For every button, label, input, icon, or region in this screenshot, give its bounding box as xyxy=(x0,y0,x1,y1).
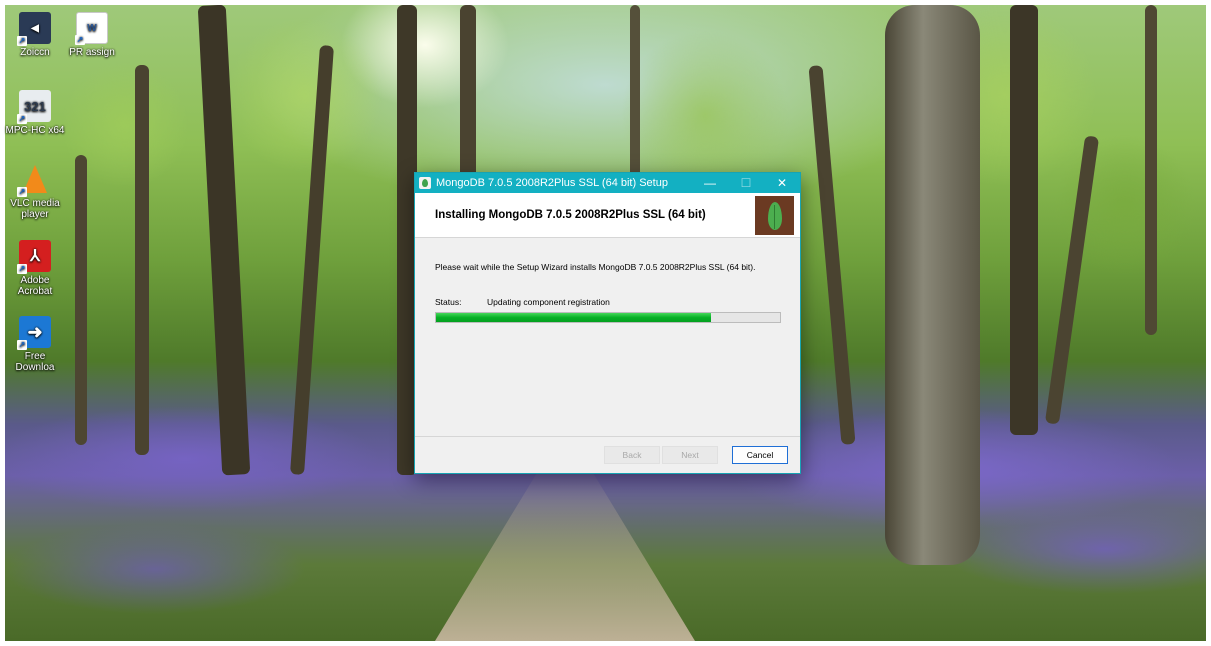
vlc-cone-icon: ↗ xyxy=(17,163,51,197)
desktop-icon-zoiccn[interactable]: ◀ ↗ Zoiccn xyxy=(4,12,66,58)
status-label: Status: xyxy=(435,297,462,307)
desktop-icon-label: VLC media player xyxy=(10,198,60,220)
tree-trunk xyxy=(1145,5,1157,335)
window-titlebar[interactable]: MongoDB 7.0.5 2008R2Plus SSL (64 bit) Se… xyxy=(415,173,800,193)
install-progress-fill xyxy=(436,313,712,322)
desktop-icon-mpc-hc[interactable]: 321 ↗ MPC-HC x64 xyxy=(4,90,66,136)
tree-trunk xyxy=(1010,5,1038,435)
wizard-footer: Back Next Cancel xyxy=(415,436,800,473)
install-progress-bar xyxy=(435,312,781,323)
back-button: Back xyxy=(604,446,660,464)
tree-trunk xyxy=(885,5,980,565)
adobe-acrobat-icon: ⅄ ↗ xyxy=(17,240,51,274)
mongodb-logo xyxy=(755,196,794,235)
mongodb-app-icon xyxy=(419,177,431,189)
desktop-icon-vlc[interactable]: ↗ VLC media player xyxy=(4,163,66,220)
status-value: Updating component registration xyxy=(487,297,610,307)
desktop-icon-label: MPC-HC x64 xyxy=(5,125,65,136)
desktop-icon-free-download-manager[interactable]: ➜ ↗ Free Downloa xyxy=(4,316,66,373)
wizard-description: Please wait while the Setup Wizard insta… xyxy=(435,262,756,272)
mongodb-leaf-icon xyxy=(767,201,782,230)
mpc-hc-icon: 321 ↗ xyxy=(17,90,51,124)
desktop-icon-label: Zoiccn xyxy=(20,47,50,58)
next-button: Next xyxy=(662,446,718,464)
window-title: MongoDB 7.0.5 2008R2Plus SSL (64 bit) Se… xyxy=(436,177,668,189)
desktop-icon-pr-assign[interactable]: W ↗ PR assign xyxy=(61,12,123,58)
cancel-button[interactable]: Cancel xyxy=(732,446,788,464)
desktop-icon-label: Free Downloa xyxy=(15,351,55,373)
desktop-icon-label: PR assign xyxy=(69,47,115,58)
setup-wizard-window: MongoDB 7.0.5 2008R2Plus SSL (64 bit) Se… xyxy=(414,172,801,474)
tree-trunk xyxy=(630,5,640,177)
desktop-icon-adobe-acrobat[interactable]: ⅄ ↗ Adobe Acrobat xyxy=(4,240,66,297)
word-document-icon: W ↗ xyxy=(75,12,108,45)
tree-trunk xyxy=(135,65,149,455)
close-button[interactable]: ✕ xyxy=(764,173,800,193)
wizard-body: Please wait while the Setup Wizard insta… xyxy=(415,238,800,436)
minimize-button[interactable]: — xyxy=(692,173,728,193)
free-download-manager-icon: ➜ ↗ xyxy=(17,316,51,350)
wizard-header: Installing MongoDB 7.0.5 2008R2Plus SSL … xyxy=(415,193,800,238)
maximize-button: ☐ xyxy=(740,176,752,190)
wizard-heading: Installing MongoDB 7.0.5 2008R2Plus SSL … xyxy=(435,209,706,221)
tree-trunk xyxy=(460,5,476,180)
desktop-icon-label: Adobe Acrobat xyxy=(17,275,53,297)
tree-trunk xyxy=(75,155,87,445)
app-shortcut-icon: ◀ ↗ xyxy=(17,12,51,46)
